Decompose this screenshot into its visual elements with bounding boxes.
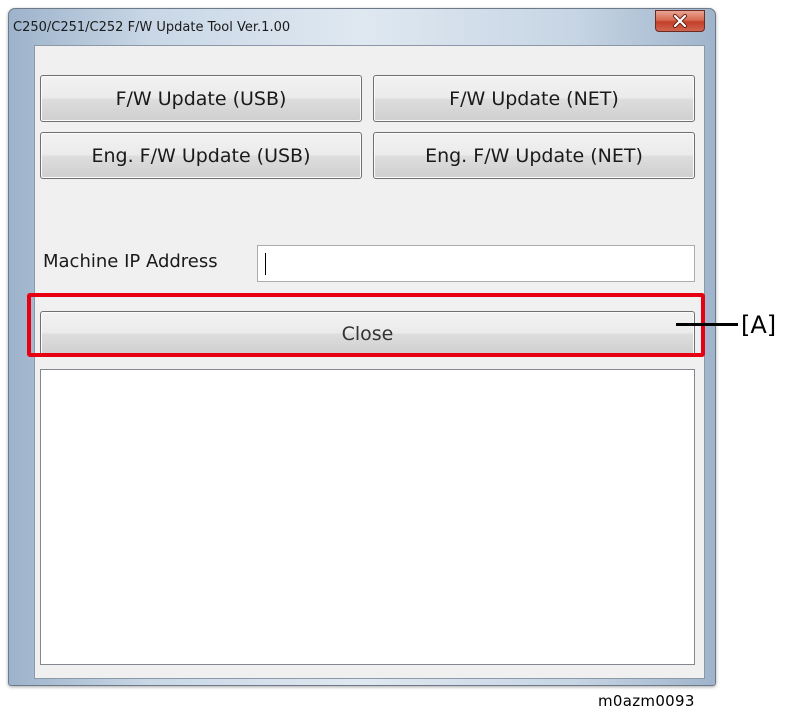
window-title: C250/C251/C252 F/W Update Tool Ver.1.00 bbox=[13, 20, 291, 35]
client-area: F/W Update (USB) F/W Update (NET) Eng. F… bbox=[34, 45, 705, 679]
text-caret bbox=[265, 253, 266, 275]
fw-update-usb-button[interactable]: F/W Update (USB) bbox=[40, 75, 362, 122]
eng-fw-update-usb-button[interactable]: Eng. F/W Update (USB) bbox=[40, 132, 362, 179]
close-button-highlight bbox=[27, 293, 705, 357]
ip-address-label: Machine IP Address bbox=[43, 251, 218, 272]
callout-label: [A] bbox=[741, 311, 777, 339]
ip-address-input[interactable] bbox=[257, 245, 695, 282]
fw-update-net-button[interactable]: F/W Update (NET) bbox=[373, 75, 695, 122]
close-icon bbox=[673, 14, 687, 28]
callout-line bbox=[676, 323, 738, 326]
eng-fw-update-net-button[interactable]: Eng. F/W Update (NET) bbox=[373, 132, 695, 179]
window-close-button[interactable] bbox=[655, 10, 705, 32]
log-output-box[interactable] bbox=[40, 369, 695, 665]
figure-id: m0azm0093 bbox=[598, 692, 695, 710]
